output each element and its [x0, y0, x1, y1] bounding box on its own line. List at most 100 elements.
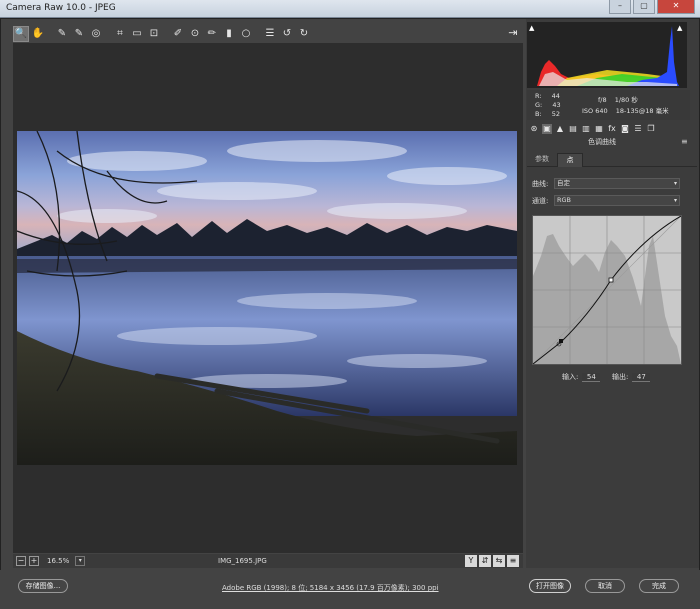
panel-tab-detail-icon[interactable]: ▲ — [555, 124, 565, 134]
output-value[interactable]: 47 — [632, 373, 651, 382]
r-value: 44 — [551, 92, 560, 100]
rotate-left-icon: ↺ — [282, 28, 292, 39]
tone-curve-editor[interactable] — [532, 215, 682, 365]
output-label: 输出: — [612, 373, 629, 381]
window-controls: – ▢ ✕ — [609, 0, 695, 16]
status-bar: − + 16.5% ▾ IMG_1695.JPG Y ⇵ ⇆ ≡ — [13, 554, 523, 568]
panel-tab-tone-curve-icon[interactable]: ▣ — [542, 123, 552, 134]
chevron-down-icon: ▾ — [673, 197, 677, 204]
chevron-down-icon: ▾ — [673, 180, 677, 187]
toggle-settings-button[interactable]: ≡ — [507, 555, 519, 567]
curve-label: 曲线: — [532, 180, 549, 188]
red-eye-tool[interactable]: ⊙ — [187, 26, 203, 42]
color-sampler-icon: ✎ — [74, 28, 84, 39]
rotate-left-button[interactable]: ↺ — [279, 26, 295, 42]
save-image-button[interactable]: 存储图像... — [18, 579, 68, 593]
file-name: IMG_1695.JPG — [218, 557, 267, 565]
channel-select[interactable]: RGB ▾ — [554, 195, 680, 206]
panel-tab-effects-icon[interactable]: fx — [607, 124, 617, 134]
copy-settings-button[interactable]: ⇆ — [493, 555, 505, 567]
panel-tab-hsl-icon[interactable]: ▤ — [568, 124, 578, 134]
curve-preset-value: 自定 — [557, 179, 570, 187]
zoom-level: 16.5% — [47, 557, 70, 565]
shadow-clipping-warning[interactable]: ▲ — [529, 24, 534, 32]
target-adjust-tool[interactable]: ◎ — [88, 26, 104, 42]
panel-tab-camera-calibration-icon[interactable]: ◙ — [620, 124, 630, 134]
rotate-right-button[interactable]: ↻ — [296, 26, 312, 42]
tone-curve — [532, 215, 682, 365]
brush-heal-icon: ✐ — [173, 28, 183, 39]
window-title: Camera Raw 10.0 - JPEG — [6, 3, 116, 13]
maximize-button[interactable]: ▢ — [633, 0, 655, 14]
hand-tool[interactable]: ✋ — [30, 26, 46, 42]
input-label: 输入: — [562, 373, 579, 381]
preview-photo[interactable] — [17, 131, 517, 465]
shutter-speed: 1/80 秒 — [614, 96, 638, 104]
aperture: f/8 — [598, 96, 607, 104]
swap-settings-button[interactable]: ⇵ — [479, 555, 491, 567]
iso: ISO 640 — [582, 107, 608, 115]
highlight-clipping-warning[interactable]: ▲ — [677, 24, 682, 32]
curve-subtabs: 参数 点 — [527, 151, 697, 167]
toolbar: 🔍 ✋ ✎ ✎ ◎ ⌗ ▭ ⊡ ✐ ⊙ ✏ ▮ ○ ☰ ↺ ↻ — [13, 25, 523, 42]
before-after-toggle[interactable]: Y — [465, 555, 477, 567]
list-icon: ☰ — [265, 28, 275, 39]
close-button[interactable]: ✕ — [657, 0, 695, 14]
zoom-out-button[interactable]: − — [16, 556, 26, 566]
landscape-photo — [17, 131, 517, 465]
output-field: 输出: 47 — [612, 372, 651, 382]
curve-preset-select[interactable]: 自定 ▾ — [554, 178, 680, 189]
section-title: 色调曲线 — [588, 138, 616, 146]
crop-icon: ⌗ — [117, 28, 123, 39]
panel-tab-split-toning-icon[interactable]: ▥ — [581, 124, 591, 134]
preferences-button[interactable]: ☰ — [262, 26, 278, 42]
b-value: 52 — [551, 110, 561, 118]
fullscreen-toggle-button[interactable]: ⇥ — [505, 25, 521, 41]
fullscreen-icon: ⇥ — [508, 26, 518, 39]
curve-point[interactable] — [608, 277, 614, 283]
spot-removal-tool[interactable]: ✐ — [170, 26, 186, 42]
panel-tabs: ⊛ ▣ ▲ ▤ ▥ ▦ fx ◙ ☰ ❐ — [527, 122, 690, 135]
channel-value: RGB — [557, 196, 572, 204]
panel-tab-presets-icon[interactable]: ☰ — [633, 124, 643, 134]
panel-menu-icon[interactable]: ≡ — [681, 137, 688, 146]
rotate-right-icon: ↻ — [299, 28, 309, 39]
tab-point[interactable]: 点 — [557, 153, 583, 167]
cancel-button[interactable]: 取消 — [585, 579, 625, 593]
zoom-dropdown[interactable]: ▾ — [75, 556, 86, 566]
b-label: B: — [535, 110, 542, 118]
window-titlebar: Camera Raw 10.0 - JPEG – ▢ ✕ — [0, 0, 700, 18]
g-value: 43 — [552, 101, 561, 109]
graduated-filter-tool[interactable]: ▮ — [221, 26, 237, 42]
graduated-filter-icon: ▮ — [226, 28, 232, 39]
crop-tool[interactable]: ⌗ — [112, 26, 128, 42]
histogram — [527, 22, 687, 88]
panel-tab-snapshots-icon[interactable]: ❐ — [646, 124, 656, 134]
open-image-button[interactable]: 打开图像 — [529, 579, 571, 593]
workflow-options-link[interactable]: Adobe RGB (1998); 8 位; 5184 x 3456 (17.9… — [222, 583, 439, 593]
eyedropper-icon: ✎ — [57, 28, 67, 39]
tab-parametric[interactable]: 参数 — [529, 153, 555, 167]
panel-tab-lens-corrections-icon[interactable]: ▦ — [594, 124, 604, 134]
transform-tool[interactable]: ⊡ — [146, 26, 162, 42]
straighten-icon: ▭ — [132, 28, 142, 39]
input-value[interactable]: 54 — [582, 373, 601, 382]
straighten-tool[interactable]: ▭ — [129, 26, 145, 42]
input-field: 输入: 54 — [562, 372, 601, 382]
zoom-icon: 🔍 — [14, 28, 28, 39]
white-balance-tool[interactable]: ✎ — [54, 26, 70, 42]
hand-icon: ✋ — [31, 28, 45, 39]
g-label: G: — [535, 101, 543, 109]
adjustment-brush-tool[interactable]: ✏ — [204, 26, 220, 42]
transform-icon: ⊡ — [149, 28, 159, 39]
brush-icon: ✏ — [207, 28, 217, 39]
target-adjust-icon: ◎ — [91, 28, 101, 39]
zoom-in-button[interactable]: + — [29, 556, 39, 566]
zoom-tool[interactable]: 🔍 — [13, 25, 29, 42]
done-button[interactable]: 完成 — [639, 579, 679, 593]
color-sampler-tool[interactable]: ✎ — [71, 26, 87, 42]
panel-tab-basic-icon[interactable]: ⊛ — [529, 124, 539, 134]
radial-filter-tool[interactable]: ○ — [238, 26, 254, 42]
r-label: R: — [535, 92, 542, 100]
minimize-button[interactable]: – — [609, 0, 631, 14]
